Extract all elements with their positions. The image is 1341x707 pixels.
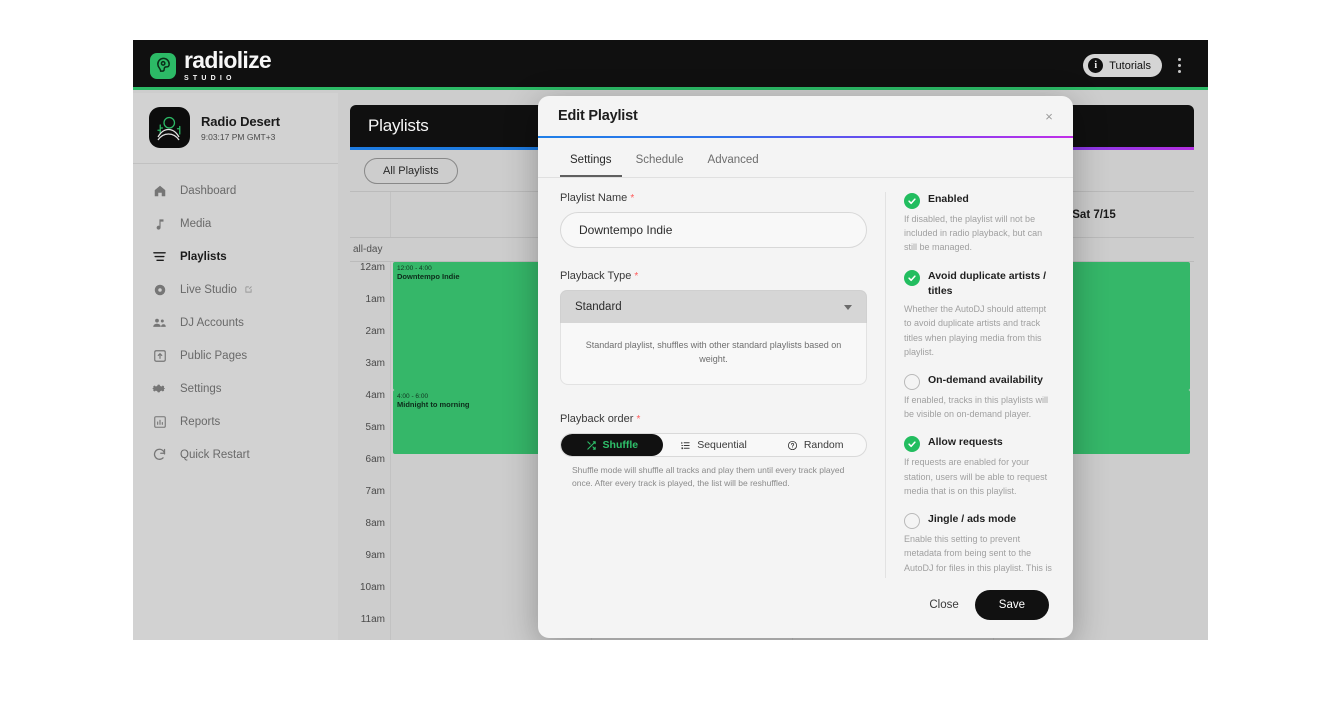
chevron-down-icon	[844, 304, 852, 310]
playback-order-random-label: Random	[803, 439, 844, 451]
playback-type-label-text: Playback Type	[560, 270, 632, 282]
save-button[interactable]: Save	[974, 590, 1049, 620]
playlist-name-label: Playlist Name *	[560, 192, 867, 204]
modal-body: Playlist Name * Playback Type * Standard…	[538, 178, 1073, 578]
required-marker: *	[634, 271, 639, 282]
ordered-list-icon	[680, 440, 691, 451]
playback-order-sequential-label: Sequential	[697, 439, 747, 451]
playback-order-shuffle-label: Shuffle	[602, 439, 639, 451]
toggle-jingle-ads-mode[interactable]: Jingle / ads mode	[904, 512, 1053, 530]
checkmark-icon	[904, 436, 920, 453]
settings-left-column: Playlist Name * Playback Type * Standard…	[560, 192, 885, 578]
modal-title: Edit Playlist	[558, 108, 638, 124]
checkmark-icon	[904, 269, 920, 286]
toggle-on-demand[interactable]: On-demand availability	[904, 373, 1053, 390]
playback-type-select-wrap: Standard Standard playlist, shuffles wit…	[560, 290, 867, 385]
toggle-avoid-duplicates[interactable]: Avoid duplicate artists / titles	[904, 269, 1053, 299]
modal-tabs: Settings Schedule Advanced	[538, 138, 1073, 178]
modal-footer: Close Save	[538, 578, 1073, 638]
app-window: radiolize STUDIO i Tutorials Radio Deser…	[133, 40, 1208, 640]
playback-order-sequential[interactable]: Sequential	[663, 434, 765, 456]
question-circle-icon	[787, 440, 798, 451]
toggle-description: Whether the AutoDJ should attempt to avo…	[904, 304, 1047, 357]
toggle-label: Avoid duplicate artists / titles	[928, 269, 1047, 297]
checkmark-icon	[904, 193, 920, 209]
empty-circle-icon	[904, 373, 920, 390]
toggle-label: Enabled	[928, 193, 969, 205]
playback-order-random[interactable]: Random	[764, 434, 866, 456]
toggle-description: If disabled, the playlist will not be in…	[904, 214, 1043, 253]
tab-schedule[interactable]: Schedule	[626, 149, 694, 177]
toggle-label: On-demand availability	[928, 373, 1043, 386]
required-marker: *	[636, 414, 641, 425]
toggle-enabled[interactable]: Enabled	[904, 192, 1053, 209]
tab-settings[interactable]: Settings	[560, 149, 622, 177]
modal-header: Edit Playlist ×	[538, 96, 1073, 136]
playlist-name-label-text: Playlist Name	[560, 192, 628, 204]
toggle-label: Jingle / ads mode	[928, 513, 1017, 526]
tab-advanced[interactable]: Advanced	[698, 149, 769, 177]
playback-order-label: Playback order *	[560, 413, 867, 425]
playlist-name-input[interactable]	[560, 212, 867, 248]
required-marker: *	[630, 193, 635, 204]
settings-right-column: Enabled If disabled, the playlist will n…	[886, 192, 1053, 578]
empty-circle-icon	[904, 513, 920, 530]
toggle-description: If requests are enabled for your station…	[904, 457, 1048, 496]
playback-type-select[interactable]: Standard	[560, 290, 867, 323]
toggle-description: If enabled, tracks in this playlists wil…	[904, 394, 1049, 420]
edit-playlist-modal: Edit Playlist × Settings Schedule Advanc…	[538, 96, 1073, 638]
shuffle-icon	[586, 440, 597, 451]
playback-type-label: Playback Type *	[560, 270, 867, 282]
close-icon[interactable]: ×	[1041, 108, 1057, 124]
toggle-description: Enable this setting to prevent metadata …	[904, 534, 1052, 578]
playback-type-help: Standard playlist, shuffles with other s…	[560, 323, 867, 385]
playback-order-shuffle[interactable]: Shuffle	[561, 434, 663, 456]
close-button[interactable]: Close	[929, 599, 958, 611]
playback-order-segmented-control: Shuffle Sequential Random	[560, 433, 867, 457]
toggle-label: Allow requests	[928, 436, 1003, 449]
toggle-allow-requests[interactable]: Allow requests	[904, 435, 1053, 453]
playback-order-label-text: Playback order	[560, 413, 634, 425]
playback-type-value: Standard	[575, 301, 622, 313]
playback-order-help: Shuffle mode will shuffle all tracks and…	[572, 465, 845, 489]
